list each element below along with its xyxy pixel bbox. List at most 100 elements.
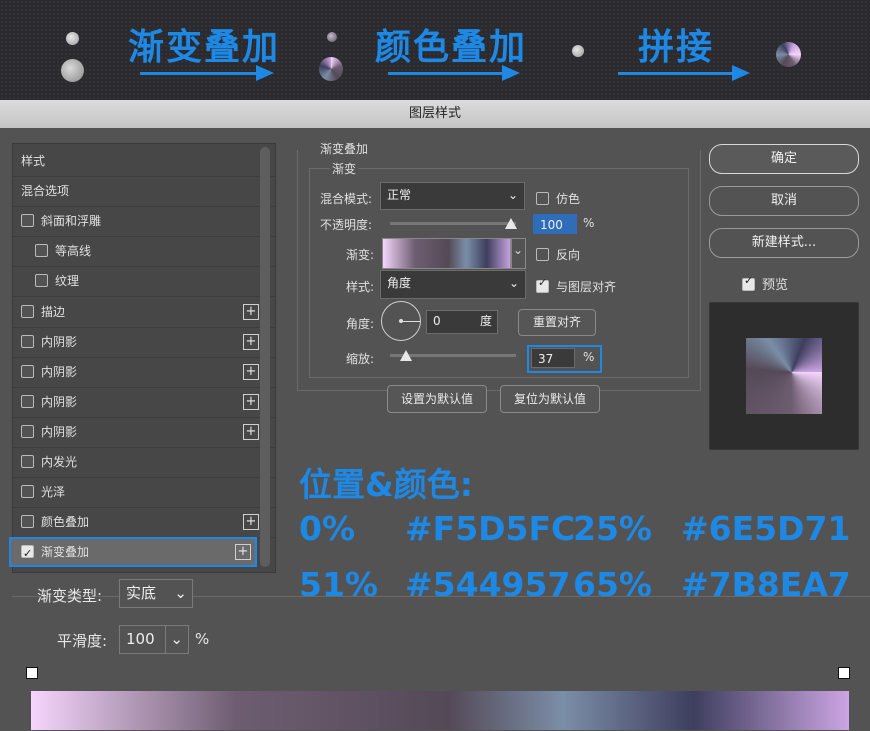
- style-list-item[interactable]: 斜面和浮雕: [21, 206, 261, 236]
- style-checkbox[interactable]: [21, 455, 34, 468]
- smoothness-unit: %: [195, 630, 210, 648]
- gradient-type-label: 渐变类型:: [37, 587, 103, 605]
- reset-default-button[interactable]: 复位为默认值: [500, 385, 600, 413]
- style-list-item[interactable]: 纹理: [21, 266, 275, 296]
- style-item-label: 等高线: [55, 244, 92, 259]
- smoothness-input[interactable]: 100 ⌄: [119, 625, 189, 654]
- scale-label: 缩放:: [346, 352, 375, 366]
- opacity-input[interactable]: 100: [533, 214, 577, 234]
- angle-dial[interactable]: [381, 301, 421, 341]
- section-title: 渐变叠加: [318, 140, 371, 157]
- add-effect-icon[interactable]: +: [243, 393, 259, 410]
- style-label: 样式:: [346, 280, 375, 294]
- result-sphere-icon: [776, 42, 801, 67]
- style-checkbox[interactable]: [35, 244, 48, 258]
- scale-input[interactable]: 37: [531, 348, 575, 368]
- chevron-down-icon: ⌄: [174, 584, 187, 602]
- reset-alignment-button[interactable]: 重置对齐: [518, 309, 596, 336]
- align-checkbox[interactable]: [536, 276, 549, 293]
- blend-mode-label: 混合模式:: [320, 192, 373, 206]
- blend-mode-select[interactable]: 正常 ⌄: [380, 182, 525, 210]
- small-sphere-icon: [66, 32, 79, 45]
- style-item-label: 纹理: [55, 274, 80, 289]
- reverse-checkbox[interactable]: [536, 248, 549, 261]
- gradient-dropdown-button[interactable]: ⌄: [510, 238, 526, 269]
- add-effect-icon[interactable]: +: [243, 333, 259, 350]
- style-item-label: 内阴影: [41, 394, 78, 409]
- style-item-label: 内发光: [41, 455, 78, 469]
- step-arrow: [140, 72, 258, 75]
- style-list-item[interactable]: 内发光: [21, 447, 261, 477]
- opacity-slider-thumb[interactable]: [505, 218, 517, 229]
- opacity-stop-left[interactable]: [26, 667, 38, 679]
- opacity-slider[interactable]: [390, 222, 516, 225]
- add-effect-icon[interactable]: +: [235, 544, 251, 561]
- chevron-down-icon: ⌄: [508, 276, 519, 290]
- dither-option[interactable]: 仿色: [536, 190, 580, 207]
- style-list-item[interactable]: 等高线: [21, 236, 275, 266]
- dither-label: 仿色: [556, 192, 581, 206]
- style-list-item[interactable]: 描边 +: [21, 297, 261, 327]
- style-list-item[interactable]: 样式: [21, 146, 261, 176]
- gradient-type-value: 实底: [126, 584, 157, 602]
- style-checkbox[interactable]: [21, 214, 34, 228]
- annotation-position: 25%: [573, 509, 652, 548]
- annotation-heading: 位置&颜色:: [299, 465, 473, 504]
- blend-mode-value: 正常: [387, 188, 412, 202]
- step-arrow: [388, 72, 504, 75]
- add-effect-icon[interactable]: +: [243, 423, 259, 440]
- set-default-button[interactable]: 设置为默认值: [387, 385, 487, 413]
- smoothness-value: 100: [126, 630, 155, 648]
- style-list-item[interactable]: 内阴影 +: [21, 327, 261, 357]
- annotation-color: #F5D5FC: [405, 509, 576, 548]
- style-checkbox[interactable]: [21, 515, 34, 529]
- arrow-head-icon: [502, 65, 520, 81]
- styles-list-scrollbar[interactable]: [260, 147, 270, 567]
- style-checkbox[interactable]: [21, 541, 34, 567]
- style-checkbox[interactable]: [21, 394, 34, 408]
- style-checkbox[interactable]: [35, 274, 48, 288]
- opacity-label: 不透明度:: [320, 218, 373, 232]
- style-list-item[interactable]: 内阴影 +: [21, 417, 261, 447]
- style-list-item[interactable]: 颜色叠加 +: [21, 507, 261, 537]
- style-checkbox[interactable]: [21, 364, 34, 378]
- style-list-item[interactable]: 渐变叠加 +: [9, 537, 257, 568]
- gradient-preview-swatch[interactable]: [382, 238, 512, 269]
- small-sphere-icon: [327, 32, 337, 42]
- opacity-stop-right[interactable]: [838, 667, 850, 679]
- style-list-item[interactable]: 内阴影 +: [21, 387, 261, 417]
- add-effect-icon[interactable]: +: [243, 303, 259, 320]
- cancel-button[interactable]: 取消: [709, 186, 859, 216]
- style-select[interactable]: 角度 ⌄: [380, 270, 526, 299]
- ok-button[interactable]: 确定: [709, 144, 859, 174]
- style-checkbox[interactable]: [21, 334, 34, 348]
- style-item-label: 内阴影: [41, 364, 78, 379]
- gradient-type-select[interactable]: 实底 ⌄: [119, 579, 193, 608]
- style-item-label: 描边: [41, 304, 66, 319]
- add-effect-icon[interactable]: +: [243, 363, 259, 380]
- gradient-bar[interactable]: [31, 691, 849, 730]
- step-title-merge: 拼接: [638, 27, 715, 68]
- style-checkbox[interactable]: [21, 424, 34, 438]
- style-value: 角度: [387, 276, 412, 290]
- small-sphere-icon: [572, 45, 584, 57]
- reverse-label: 反向: [556, 248, 581, 262]
- preview-label: 预览: [762, 278, 789, 293]
- style-checkbox[interactable]: [21, 304, 34, 318]
- style-list-item[interactable]: 光泽: [21, 477, 261, 507]
- subsection-title: 渐变: [330, 160, 359, 177]
- chevron-down-icon: ⌄: [165, 626, 183, 653]
- preview-swatch: [746, 338, 822, 414]
- new-style-button[interactable]: 新建样式...: [709, 228, 859, 258]
- add-effect-icon[interactable]: +: [243, 514, 259, 531]
- style-list-item[interactable]: 混合选项: [21, 176, 261, 206]
- dither-checkbox[interactable]: [536, 192, 549, 205]
- reverse-option[interactable]: 反向: [536, 246, 580, 263]
- scale-slider-thumb[interactable]: [400, 350, 412, 361]
- preview-option[interactable]: 预览: [742, 274, 788, 293]
- align-with-layer-option[interactable]: 与图层对齐: [536, 276, 616, 295]
- preview-checkbox[interactable]: [742, 274, 755, 291]
- style-list-item[interactable]: 内阴影 +: [21, 357, 261, 387]
- style-checkbox[interactable]: [21, 485, 34, 499]
- angle-input[interactable]: 0度: [426, 310, 498, 334]
